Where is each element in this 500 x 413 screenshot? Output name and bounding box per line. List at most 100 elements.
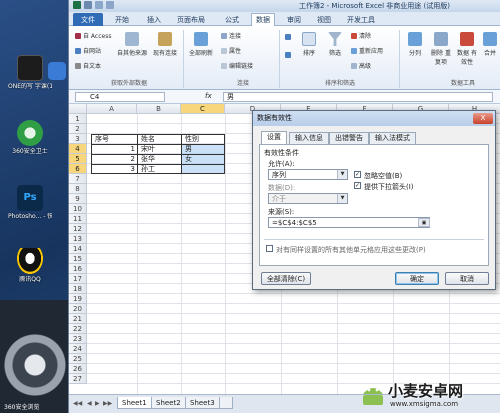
filter-button[interactable]: 筛选 [323, 32, 347, 57]
row-header[interactable]: 18 [69, 284, 87, 294]
tab-error-alert[interactable]: 出错警告 [329, 132, 369, 144]
dropdown-checkbox[interactable]: ✓ [354, 182, 361, 189]
row-header[interactable]: 24 [69, 344, 87, 354]
clear-all-button[interactable]: 全部清除(C) [261, 272, 311, 285]
sheet-nav-next-icon[interactable]: ▶ [95, 400, 100, 407]
cell-c6[interactable] [183, 164, 225, 174]
cell-a4[interactable]: 1 [93, 144, 137, 154]
ok-button[interactable]: 确定 [395, 272, 439, 285]
cell-a3[interactable]: 序号 [93, 134, 137, 144]
advanced-button[interactable]: 高级 [351, 61, 371, 70]
from-web-button[interactable]: 自网站 [75, 46, 101, 55]
sheet-nav-last-icon[interactable]: ▶▶ [103, 400, 112, 407]
sheet-tab-3[interactable]: Sheet3 [185, 397, 220, 409]
cancel-button[interactable]: 取消 [445, 272, 489, 285]
row-header[interactable]: 8 [69, 184, 87, 194]
row-header[interactable]: 11 [69, 214, 87, 224]
column-header[interactable]: B [137, 104, 181, 114]
sort-ascending-button[interactable] [285, 34, 293, 41]
remove-duplicates-button[interactable]: 删除 重复项 [429, 32, 453, 66]
existing-connections-button[interactable]: 现有连接 [151, 32, 179, 57]
cell-a6[interactable]: 3 [93, 164, 137, 174]
from-text-button[interactable]: 自文本 [75, 61, 101, 70]
tab-developer[interactable]: 开发工具 [343, 14, 379, 26]
row-header[interactable]: 9 [69, 194, 87, 204]
tab-page-layout[interactable]: 页面布局 [173, 14, 209, 26]
desktop-icon-4[interactable]: Ps Photosho... - 快捷方式 [8, 185, 52, 220]
desktop-icon-2[interactable] [46, 62, 68, 82]
cell-c5[interactable]: 女 [183, 154, 225, 164]
row-header[interactable]: 23 [69, 334, 87, 344]
properties-button[interactable]: 属性 [221, 46, 241, 55]
tab-ime-mode[interactable]: 输入法模式 [369, 132, 416, 144]
row-header[interactable]: 17 [69, 274, 87, 284]
cell-b4[interactable]: 宋叶 [139, 144, 181, 154]
text-to-columns-button[interactable]: 分列 [403, 32, 427, 57]
cell-b3[interactable]: 姓名 [139, 134, 181, 144]
row-header[interactable]: 4 [69, 144, 87, 154]
name-box[interactable]: C4 [75, 92, 165, 102]
tab-input-message[interactable]: 输入信息 [289, 132, 329, 144]
tab-review[interactable]: 审阅 [283, 14, 305, 26]
range-picker-icon[interactable]: ▣ [418, 218, 430, 227]
from-access-button[interactable]: 自 Access [75, 31, 111, 40]
row-header[interactable]: 15 [69, 254, 87, 264]
sheet-nav-prev-icon[interactable]: ◀ [87, 400, 92, 407]
apply-all-checkbox[interactable] [266, 245, 273, 252]
close-button[interactable]: X [473, 113, 493, 124]
edit-links-button[interactable]: 编辑链接 [221, 61, 253, 70]
row-header[interactable]: 21 [69, 314, 87, 324]
row-header[interactable]: 3 [69, 134, 87, 144]
cell-c3[interactable]: 性别 [183, 134, 225, 144]
desktop-icon-3[interactable]: 360安全卫士 [8, 120, 52, 155]
row-header[interactable]: 13 [69, 234, 87, 244]
select-all-corner[interactable] [69, 104, 87, 114]
data-select[interactable]: 介于 ▼ [268, 193, 348, 204]
tab-insert[interactable]: 插入 [143, 14, 165, 26]
data-validation-button[interactable]: 数据 有效性 [455, 32, 479, 66]
tab-file[interactable]: 文件 [73, 13, 103, 27]
row-header[interactable]: 6 [69, 164, 87, 174]
sheet-tab-1[interactable]: Sheet1 [117, 397, 152, 409]
row-header[interactable]: 14 [69, 244, 87, 254]
row-header[interactable]: 19 [69, 294, 87, 304]
row-header[interactable]: 27 [69, 374, 87, 384]
cell-b5[interactable]: 张华 [139, 154, 181, 164]
source-input[interactable]: =$C$4:$C$5 [268, 217, 430, 228]
ignore-blank-checkbox[interactable]: ✓ [354, 171, 361, 178]
sort-descending-button[interactable] [285, 52, 293, 59]
tab-settings[interactable]: 设置 [261, 131, 287, 144]
column-header[interactable]: C [181, 104, 225, 114]
row-header[interactable]: 10 [69, 204, 87, 214]
tab-data[interactable]: 数据 [251, 13, 275, 26]
row-header[interactable]: 5 [69, 154, 87, 164]
refresh-all-button[interactable]: 全部刷新 [187, 32, 215, 57]
row-header[interactable]: 25 [69, 354, 87, 364]
other-sources-button[interactable]: 自其他来源 [117, 32, 147, 57]
row-header[interactable]: 20 [69, 304, 87, 314]
save-icon[interactable] [84, 1, 92, 9]
tab-home[interactable]: 开始 [111, 14, 133, 26]
sheet-tab-2[interactable]: Sheet2 [151, 397, 186, 409]
fx-icon[interactable]: fx [205, 92, 212, 100]
row-header[interactable]: 16 [69, 264, 87, 274]
row-header[interactable]: 26 [69, 364, 87, 374]
clear-button[interactable]: 清除 [351, 31, 371, 40]
row-header[interactable]: 1 [69, 114, 87, 124]
row-header[interactable]: 7 [69, 174, 87, 184]
undo-icon[interactable] [95, 1, 103, 9]
cell-b6[interactable]: 孙工 [139, 164, 181, 174]
allow-select[interactable]: 序列 ▼ [268, 169, 348, 180]
column-header[interactable]: A [87, 104, 137, 114]
sort-button[interactable]: 排序 [297, 32, 321, 57]
cell-c4[interactable]: 男 [183, 144, 225, 154]
tab-view[interactable]: 视图 [313, 14, 335, 26]
tab-formulas[interactable]: 公式 [221, 14, 243, 26]
cell-a5[interactable]: 2 [93, 154, 137, 164]
connections-button[interactable]: 连接 [221, 31, 241, 40]
sheet-nav-first-icon[interactable]: ◀◀ [73, 400, 82, 407]
formula-input[interactable]: 男 [223, 92, 493, 102]
reapply-button[interactable]: 重新应用 [351, 46, 383, 55]
row-header[interactable]: 22 [69, 324, 87, 334]
row-header[interactable]: 12 [69, 224, 87, 234]
